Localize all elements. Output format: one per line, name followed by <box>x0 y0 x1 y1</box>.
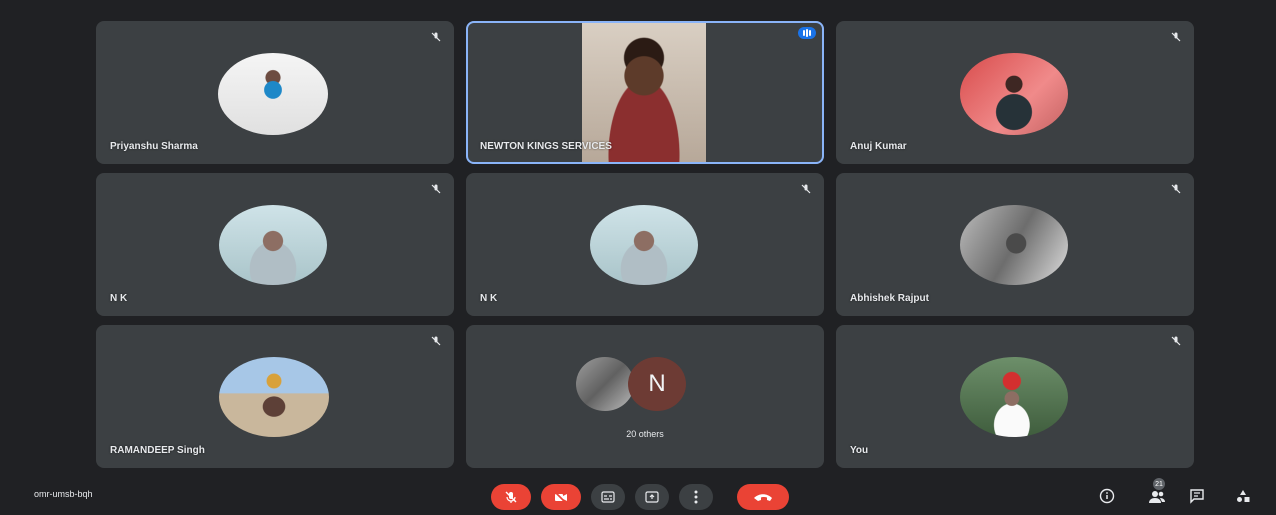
captions-button[interactable] <box>591 484 625 510</box>
mic-off-icon <box>1171 32 1181 42</box>
mic-off-icon <box>1171 184 1181 194</box>
mic-off-icon <box>431 184 441 194</box>
info-icon <box>1099 488 1115 504</box>
participant-name: You <box>850 445 869 456</box>
participant-tile-active-speaker[interactable]: NEWTON KINGS SERVICES <box>466 21 824 164</box>
others-count-label: 20 others <box>626 429 664 439</box>
others-avatar <box>576 357 634 411</box>
avatar <box>219 205 327 285</box>
meeting-details-button[interactable] <box>1097 486 1117 506</box>
more-icon <box>694 490 698 504</box>
participant-tile[interactable]: N K <box>96 173 454 316</box>
participant-name: N K <box>110 293 128 304</box>
others-avatar-initial: N <box>628 357 686 411</box>
avatar <box>218 53 328 135</box>
camera-off-icon <box>554 491 567 504</box>
mic-off-icon <box>505 491 517 503</box>
participant-tile[interactable]: Anuj Kumar <box>836 21 1194 164</box>
participants-count-badge: 21 <box>1153 478 1165 490</box>
more-options-button[interactable] <box>679 484 713 510</box>
participant-name: RAMANDEEP Singh <box>110 445 205 456</box>
camera-toggle-button[interactable] <box>541 484 581 510</box>
avatar <box>960 53 1068 135</box>
present-icon <box>645 491 659 503</box>
participant-name: Abhishek Rajput <box>850 293 929 304</box>
participant-tile[interactable]: Abhishek Rajput <box>836 173 1194 316</box>
present-now-button[interactable] <box>635 484 669 510</box>
avatar <box>219 357 329 437</box>
avatar <box>960 205 1068 285</box>
participant-name: NEWTON KINGS SERVICES <box>480 141 612 152</box>
others-tile[interactable]: N 20 others <box>466 325 824 468</box>
meeting-code: omr-umsb-bqh <box>34 489 93 499</box>
leave-call-button[interactable] <box>737 484 789 510</box>
mic-off-icon <box>431 32 441 42</box>
mic-off-icon <box>431 336 441 346</box>
mic-toggle-button[interactable] <box>491 484 531 510</box>
participant-name: N K <box>480 293 498 304</box>
participant-tile[interactable]: RAMANDEEP Singh <box>96 325 454 468</box>
chat-button[interactable] <box>1187 486 1207 506</box>
chat-icon <box>1190 489 1204 504</box>
mic-off-icon <box>1171 336 1181 346</box>
activities-button[interactable] <box>1233 486 1253 506</box>
speaking-indicator-icon <box>798 27 816 39</box>
activities-icon <box>1237 490 1250 502</box>
participant-tile-self[interactable]: You <box>836 325 1194 468</box>
participant-name: Priyanshu Sharma <box>110 141 198 152</box>
captions-icon <box>601 491 615 503</box>
participant-name: Anuj Kumar <box>850 141 907 152</box>
people-icon <box>1149 491 1165 503</box>
participant-tile[interactable]: Priyanshu Sharma <box>96 21 454 164</box>
mic-off-icon <box>801 184 811 194</box>
participant-tile[interactable]: N K <box>466 173 824 316</box>
avatar <box>590 205 698 285</box>
avatar <box>960 357 1068 437</box>
leave-call-icon <box>754 494 772 501</box>
